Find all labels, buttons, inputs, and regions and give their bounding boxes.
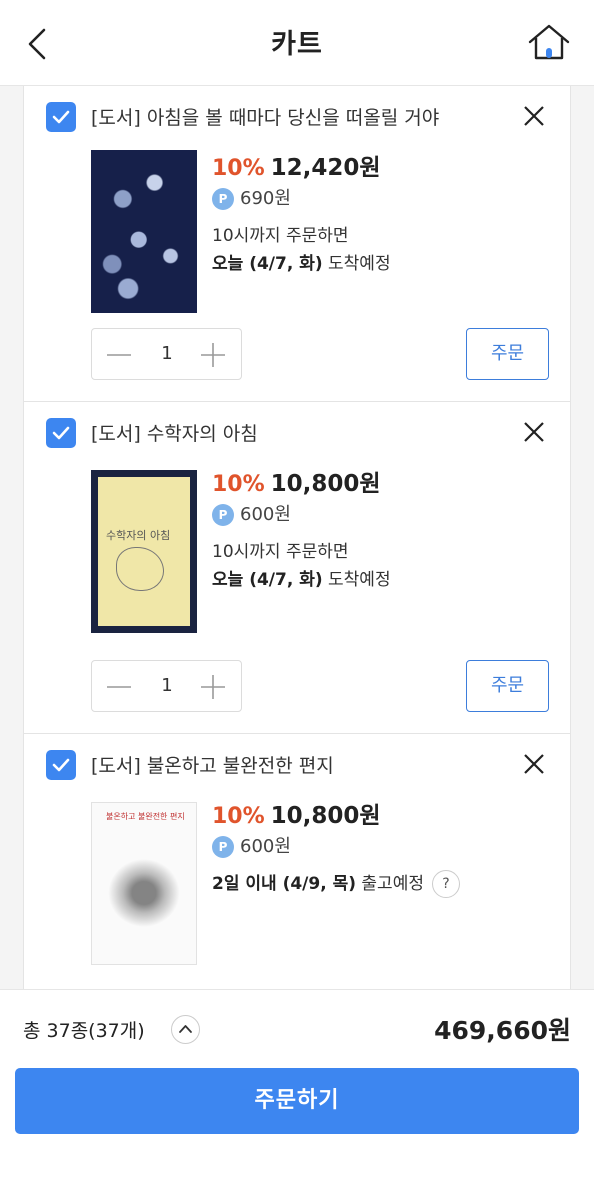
point-icon: P: [212, 504, 234, 526]
check-icon: [52, 110, 70, 124]
quantity-stepper: 1: [91, 660, 242, 712]
point-amount: 600원: [240, 836, 291, 857]
delivery-status: 도착예정: [322, 254, 391, 274]
delivery-info: 10시까지 주문하면 오늘 (4/7, 화) 도착예정: [212, 222, 391, 278]
book-cover-image[interactable]: [91, 150, 197, 313]
order-button[interactable]: 주문: [466, 328, 549, 380]
cover-illustration: [116, 547, 164, 591]
delivery-info: 10시까지 주문하면 오늘 (4/7, 화) 도착예정: [212, 538, 391, 594]
sale-price: 10,800원: [270, 471, 381, 497]
cover-title: 불온하고 불완전한 편지: [106, 812, 185, 821]
expand-summary-button[interactable]: [171, 1015, 200, 1044]
point-amount: 600원: [240, 504, 291, 525]
total-count: 총 37종(37개): [23, 1020, 145, 1042]
quantity-value[interactable]: 1: [148, 343, 186, 364]
point-amount: 690원: [240, 188, 291, 209]
remove-item-button[interactable]: [520, 102, 548, 130]
cover-title: 수학자의 아침: [106, 529, 171, 542]
close-icon: [524, 422, 544, 442]
quantity-value[interactable]: 1: [148, 675, 186, 696]
minus-icon: [107, 686, 131, 688]
check-icon: [52, 426, 70, 440]
home-icon: [528, 24, 570, 60]
cover-art: 수학자의 아침: [98, 477, 190, 626]
item-checkbox[interactable]: [46, 750, 76, 780]
sale-price: 10,800원: [270, 803, 381, 829]
app-header: 카트: [0, 0, 594, 86]
increase-button[interactable]: [200, 674, 226, 700]
price-row: 10% 10,800원: [212, 796, 381, 830]
discount-rate: 10%: [212, 156, 265, 181]
point-icon: P: [212, 836, 234, 858]
sale-price: 12,420원: [270, 155, 381, 181]
cart-item: [도서] 불온하고 불완전한 편지 불온하고 불완전한 편지 10% 10,800…: [24, 734, 570, 989]
point-row: P 690원: [212, 184, 291, 210]
point-row: P 600원: [212, 832, 291, 858]
cart-item: [도서] 수학자의 아침 수학자의 아침 10% 10,800원 P 600원 10…: [24, 402, 570, 734]
discount-rate: 10%: [212, 472, 265, 497]
delivery-condition: 10시까지 주문하면: [212, 542, 349, 562]
delivery-info: 2일 이내 (4/9, 목) 출고예정?: [212, 870, 460, 898]
item-title[interactable]: [도서] 불온하고 불완전한 편지: [91, 751, 334, 778]
decrease-button[interactable]: [106, 675, 132, 699]
close-icon: [524, 754, 544, 774]
delivery-condition: 10시까지 주문하면: [212, 226, 349, 246]
minus-icon: [107, 354, 131, 356]
increase-button[interactable]: [200, 342, 226, 368]
quantity-stepper: 1: [91, 328, 242, 380]
item-checkbox[interactable]: [46, 102, 76, 132]
delivery-date: 오늘 (4/7, 화): [212, 254, 323, 274]
book-cover-image[interactable]: 수학자의 아침: [91, 470, 197, 633]
point-icon: P: [212, 188, 234, 210]
price-row: 10% 10,800원: [212, 464, 381, 498]
check-icon: [52, 758, 70, 772]
item-title[interactable]: [도서] 수학자의 아침: [91, 419, 258, 446]
item-checkbox[interactable]: [46, 418, 76, 448]
delivery-status: 도착예정: [322, 570, 391, 590]
delivery-status: 출고예정: [356, 874, 424, 894]
decrease-button[interactable]: [106, 343, 132, 367]
chevron-up-icon: [179, 1025, 192, 1033]
point-row: P 600원: [212, 500, 291, 526]
book-cover-image[interactable]: 불온하고 불완전한 편지: [91, 802, 197, 965]
price-row: 10% 12,420원: [212, 148, 381, 182]
plus-icon: [201, 343, 225, 367]
delivery-date: 2일 이내 (4/9, 목): [212, 874, 357, 894]
cart-list-area[interactable]: [도서] 아침을 볼 때마다 당신을 떠올릴 거야 10% 12,420원 P 69…: [0, 86, 594, 989]
total-price: 469,660원: [434, 1016, 571, 1045]
close-icon: [524, 106, 544, 126]
checkout-button[interactable]: 주문하기: [15, 1068, 579, 1134]
cover-illustration: [102, 853, 186, 933]
delivery-date: 오늘 (4/7, 화): [212, 570, 323, 590]
cart-item: [도서] 아침을 볼 때마다 당신을 떠올릴 거야 10% 12,420원 P 69…: [24, 86, 570, 402]
remove-item-button[interactable]: [520, 750, 548, 778]
item-title[interactable]: [도서] 아침을 볼 때마다 당신을 떠올릴 거야: [91, 103, 439, 130]
home-button[interactable]: [524, 20, 574, 66]
order-button[interactable]: 주문: [466, 660, 549, 712]
plus-icon: [201, 675, 225, 699]
cart-footer: 총 37종(37개) 469,660원 주문하기: [0, 989, 594, 1200]
page-title: 카트: [271, 29, 323, 60]
cart-list: [도서] 아침을 볼 때마다 당신을 떠올릴 거야 10% 12,420원 P 69…: [23, 86, 571, 989]
discount-rate: 10%: [212, 804, 265, 829]
help-button[interactable]: ?: [431, 870, 460, 898]
remove-item-button[interactable]: [520, 418, 548, 446]
